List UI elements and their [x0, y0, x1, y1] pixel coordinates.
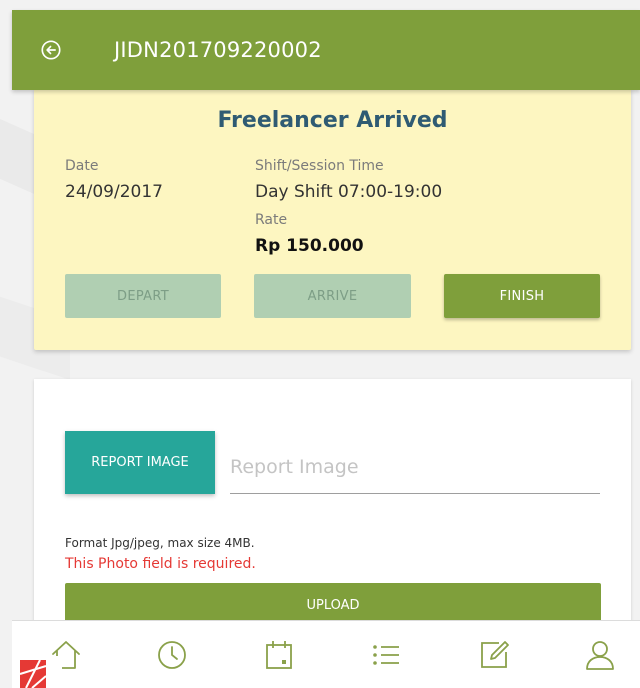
back-arrow-icon[interactable] [40, 39, 62, 61]
nav-edit[interactable] [474, 635, 514, 675]
user-icon [586, 641, 614, 670]
photo-error-message: This Photo field is required. [65, 556, 256, 572]
arrive-button[interactable]: ARRIVE [254, 274, 411, 318]
shift-value: Day Shift 07:00-19:00 [255, 182, 443, 202]
date-value: 24/09/2017 [65, 182, 163, 202]
bottom-nav [12, 620, 640, 688]
rate-value: Rp 150.000 [255, 236, 364, 256]
corner-logo-icon [12, 656, 62, 688]
format-hint: Format Jpg/jpeg, max size 4MB. [65, 536, 255, 550]
rate-label: Rate [255, 212, 288, 228]
nav-calendar[interactable] [259, 635, 299, 675]
date-label: Date [65, 158, 99, 174]
page-title: JIDN201709220002 [114, 38, 322, 62]
report-image-button[interactable]: REPORT IMAGE [65, 431, 215, 494]
nav-profile[interactable] [580, 635, 620, 675]
calendar-icon [266, 641, 292, 669]
shift-label: Shift/Session Time [255, 158, 384, 174]
screen: JIDN201709220002 Freelancer Arrived Date… [0, 0, 640, 688]
list-icon [373, 645, 399, 665]
finish-button[interactable]: FINISH [444, 274, 600, 318]
nav-list[interactable] [366, 635, 406, 675]
report-image-input[interactable] [230, 441, 600, 494]
status-card: Freelancer Arrived Date 24/09/2017 Shift… [34, 88, 631, 350]
edit-icon [481, 641, 509, 668]
depart-button[interactable]: DEPART [65, 274, 221, 318]
app-bar: JIDN201709220002 [12, 10, 640, 90]
status-title: Freelancer Arrived [217, 108, 448, 133]
nav-history[interactable] [152, 635, 192, 675]
clock-icon [158, 641, 186, 669]
